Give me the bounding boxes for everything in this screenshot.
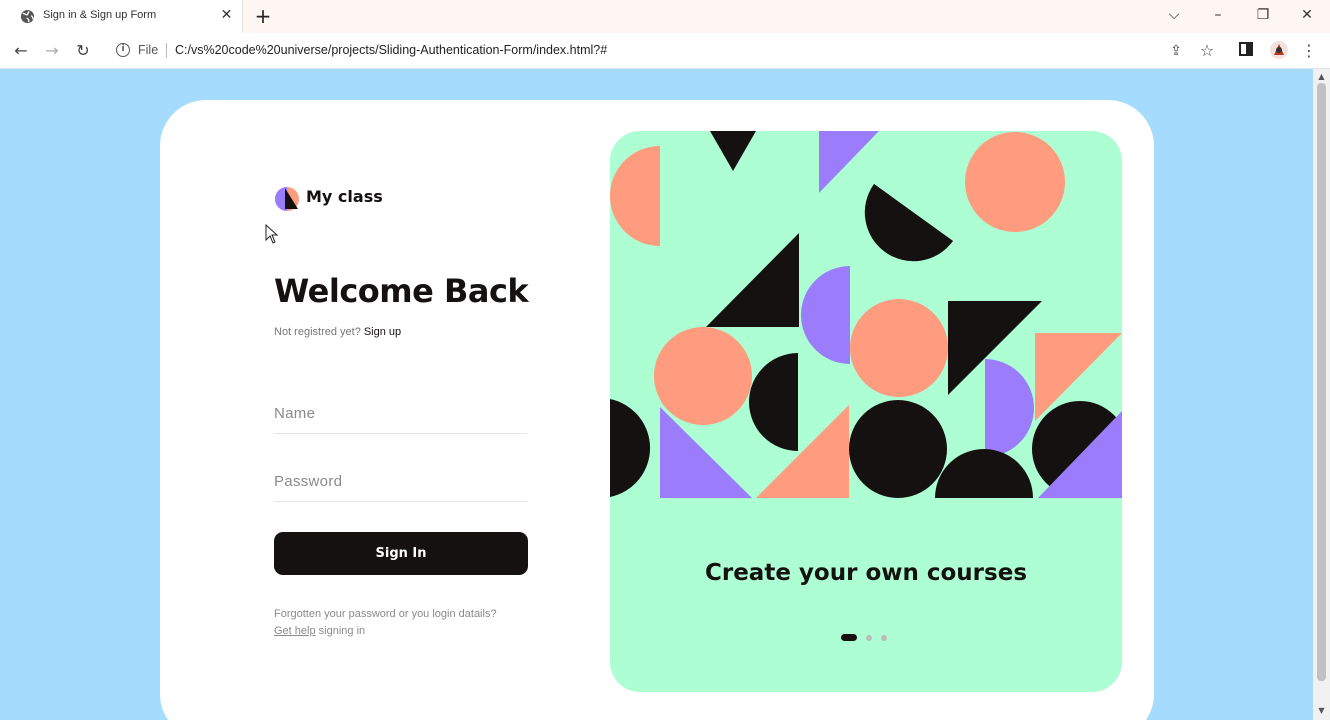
share-icon[interactable]: ⇪ — [1166, 41, 1186, 61]
password-input[interactable] — [274, 462, 527, 502]
page-scrollbar[interactable]: ▲ ▼ — [1313, 69, 1330, 720]
signup-link[interactable]: Sign up — [364, 326, 401, 338]
scroll-down-arrow-icon[interactable]: ▼ — [1317, 707, 1326, 715]
signup-prompt-text: Not registred yet? — [274, 326, 361, 338]
side-panel-icon[interactable] — [1236, 41, 1256, 61]
profile-avatar[interactable] — [1269, 41, 1289, 61]
globe-icon — [20, 9, 35, 24]
carousel-dots — [841, 634, 901, 642]
page-viewport: My class Welcome Back Not registred yet?… — [0, 69, 1313, 720]
mouse-cursor-icon — [265, 224, 279, 244]
promo-tagline: Create your own courses — [704, 560, 1028, 586]
menu-kebab-icon[interactable]: ⋮ — [1299, 41, 1319, 61]
carousel-dot-1[interactable] — [841, 634, 857, 641]
browser-toolbar: ← → ↻ i File C:/vs%20code%20universe/pro… — [0, 33, 1330, 69]
help-suffix: signing in — [318, 625, 366, 637]
new-tab-icon[interactable]: + — [254, 6, 272, 26]
get-help-link[interactable]: Get help — [274, 625, 316, 637]
close-window-icon[interactable]: ✕ — [1292, 4, 1322, 26]
brand-name: My class — [306, 187, 383, 206]
address-bar[interactable]: C:/vs%20code%20universe/projects/Sliding… — [175, 43, 607, 57]
browser-tab[interactable]: Sign in & Sign up Form ✕ — [0, 0, 243, 33]
site-info-icon[interactable]: i — [116, 43, 130, 57]
url-scheme-label: File — [138, 43, 159, 57]
reload-icon[interactable]: ↻ — [73, 41, 93, 61]
back-icon[interactable]: ← — [11, 41, 31, 61]
minimize-icon[interactable]: – — [1203, 4, 1233, 26]
forward-icon[interactable]: → — [42, 41, 62, 61]
url-separator — [166, 43, 167, 58]
logo-icon — [275, 187, 299, 211]
scroll-thumb[interactable] — [1317, 83, 1326, 681]
scroll-up-arrow-icon[interactable]: ▲ — [1317, 73, 1326, 81]
restore-icon[interactable]: ❐ — [1248, 4, 1278, 26]
forgot-text: Forgotten your password or you login dat… — [274, 606, 534, 640]
geometric-illustration — [610, 131, 1122, 498]
signup-prompt: Not registred yet? Sign up — [274, 326, 401, 338]
tab-search-icon[interactable]: ⌵ — [1159, 4, 1189, 26]
page-title: Welcome Back — [274, 272, 529, 310]
sign-in-button[interactable]: Sign In — [274, 532, 528, 575]
tab-title: Sign in & Sign up Form — [43, 9, 157, 21]
close-tab-icon[interactable]: ✕ — [219, 8, 234, 23]
carousel-dot-3[interactable] — [881, 635, 887, 641]
forgot-prompt: Forgotten your password or you login dat… — [274, 608, 497, 620]
browser-tabbar: Sign in & Sign up Form ✕ + ⌵ – ❐ ✕ — [0, 0, 1330, 33]
name-input[interactable] — [274, 394, 527, 434]
carousel-dot-2[interactable] — [866, 635, 872, 641]
promo-panel: Create your own courses — [610, 131, 1122, 692]
auth-card: My class Welcome Back Not registred yet?… — [160, 100, 1154, 720]
bookmark-star-icon[interactable]: ☆ — [1197, 41, 1217, 61]
